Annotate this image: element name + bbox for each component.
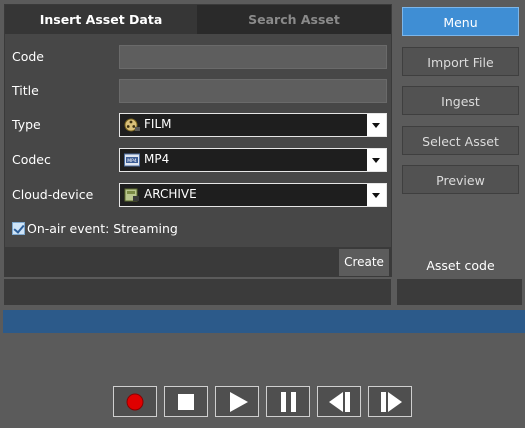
- type-row: Type FILM: [5, 113, 391, 139]
- create-button[interactable]: Create: [339, 249, 389, 276]
- record-button[interactable]: [113, 386, 157, 417]
- status-field: [4, 279, 391, 305]
- play-button[interactable]: [215, 386, 259, 417]
- chevron-down-icon[interactable]: [367, 149, 386, 171]
- type-select[interactable]: FILM: [119, 113, 387, 137]
- svg-text:MP4: MP4: [127, 158, 137, 164]
- code-field[interactable]: [119, 45, 387, 69]
- film-reel-icon: [124, 118, 140, 132]
- record-icon: [126, 393, 144, 411]
- codec-value: MP4: [144, 152, 170, 166]
- code-label: Code: [12, 49, 45, 64]
- on-air-checkbox[interactable]: [12, 222, 25, 235]
- cloud-device-value: ARCHIVE: [144, 187, 197, 201]
- codec-label: Codec: [12, 152, 51, 167]
- step-forward-button[interactable]: [368, 386, 412, 417]
- on-air-label: On-air event: Streaming: [27, 221, 178, 236]
- mp4-file-icon: MP4: [124, 153, 140, 167]
- step-back-icon: [329, 392, 350, 412]
- pause-icon: [281, 392, 296, 412]
- step-forward-icon: [381, 392, 402, 412]
- progress-bar[interactable]: [3, 310, 525, 333]
- codec-row: Codec MP4 MP4: [5, 148, 391, 174]
- tab-search-asset[interactable]: Search Asset: [197, 5, 391, 34]
- menu-button[interactable]: Menu: [402, 7, 519, 36]
- select-asset-button[interactable]: Select Asset: [402, 126, 519, 155]
- insert-asset-panel: Insert Asset Data Search Asset Code Titl…: [4, 4, 392, 277]
- step-back-button[interactable]: [317, 386, 361, 417]
- asset-code-label: Asset code: [426, 258, 495, 273]
- code-row: Code: [5, 45, 391, 71]
- stop-button[interactable]: [164, 386, 208, 417]
- ingest-button[interactable]: Ingest: [402, 86, 519, 115]
- chevron-down-icon[interactable]: [367, 114, 386, 136]
- pause-button[interactable]: [266, 386, 310, 417]
- tab-bar: Insert Asset Data Search Asset: [5, 5, 391, 34]
- chevron-down-icon[interactable]: [367, 184, 386, 206]
- title-row: Title: [5, 79, 391, 105]
- cloud-device-label: Cloud-device: [12, 187, 94, 202]
- asset-code-field[interactable]: [397, 279, 522, 305]
- tab-insert-asset-data[interactable]: Insert Asset Data: [5, 5, 197, 34]
- app-window: Insert Asset Data Search Asset Code Titl…: [0, 0, 525, 428]
- cloud-row: Cloud-device ARCHIVE: [5, 183, 391, 209]
- type-value: FILM: [144, 117, 172, 131]
- codec-select[interactable]: MP4 MP4: [119, 148, 387, 172]
- import-file-button[interactable]: Import File: [402, 47, 519, 76]
- play-icon: [230, 392, 248, 412]
- archive-icon: [124, 188, 139, 202]
- type-label: Type: [12, 117, 41, 132]
- stop-icon: [178, 394, 194, 410]
- cloud-device-select[interactable]: ARCHIVE: [119, 183, 387, 207]
- preview-button[interactable]: Preview: [402, 165, 519, 194]
- create-bar: Create: [5, 247, 391, 276]
- title-label: Title: [12, 83, 39, 98]
- title-field[interactable]: [119, 79, 387, 103]
